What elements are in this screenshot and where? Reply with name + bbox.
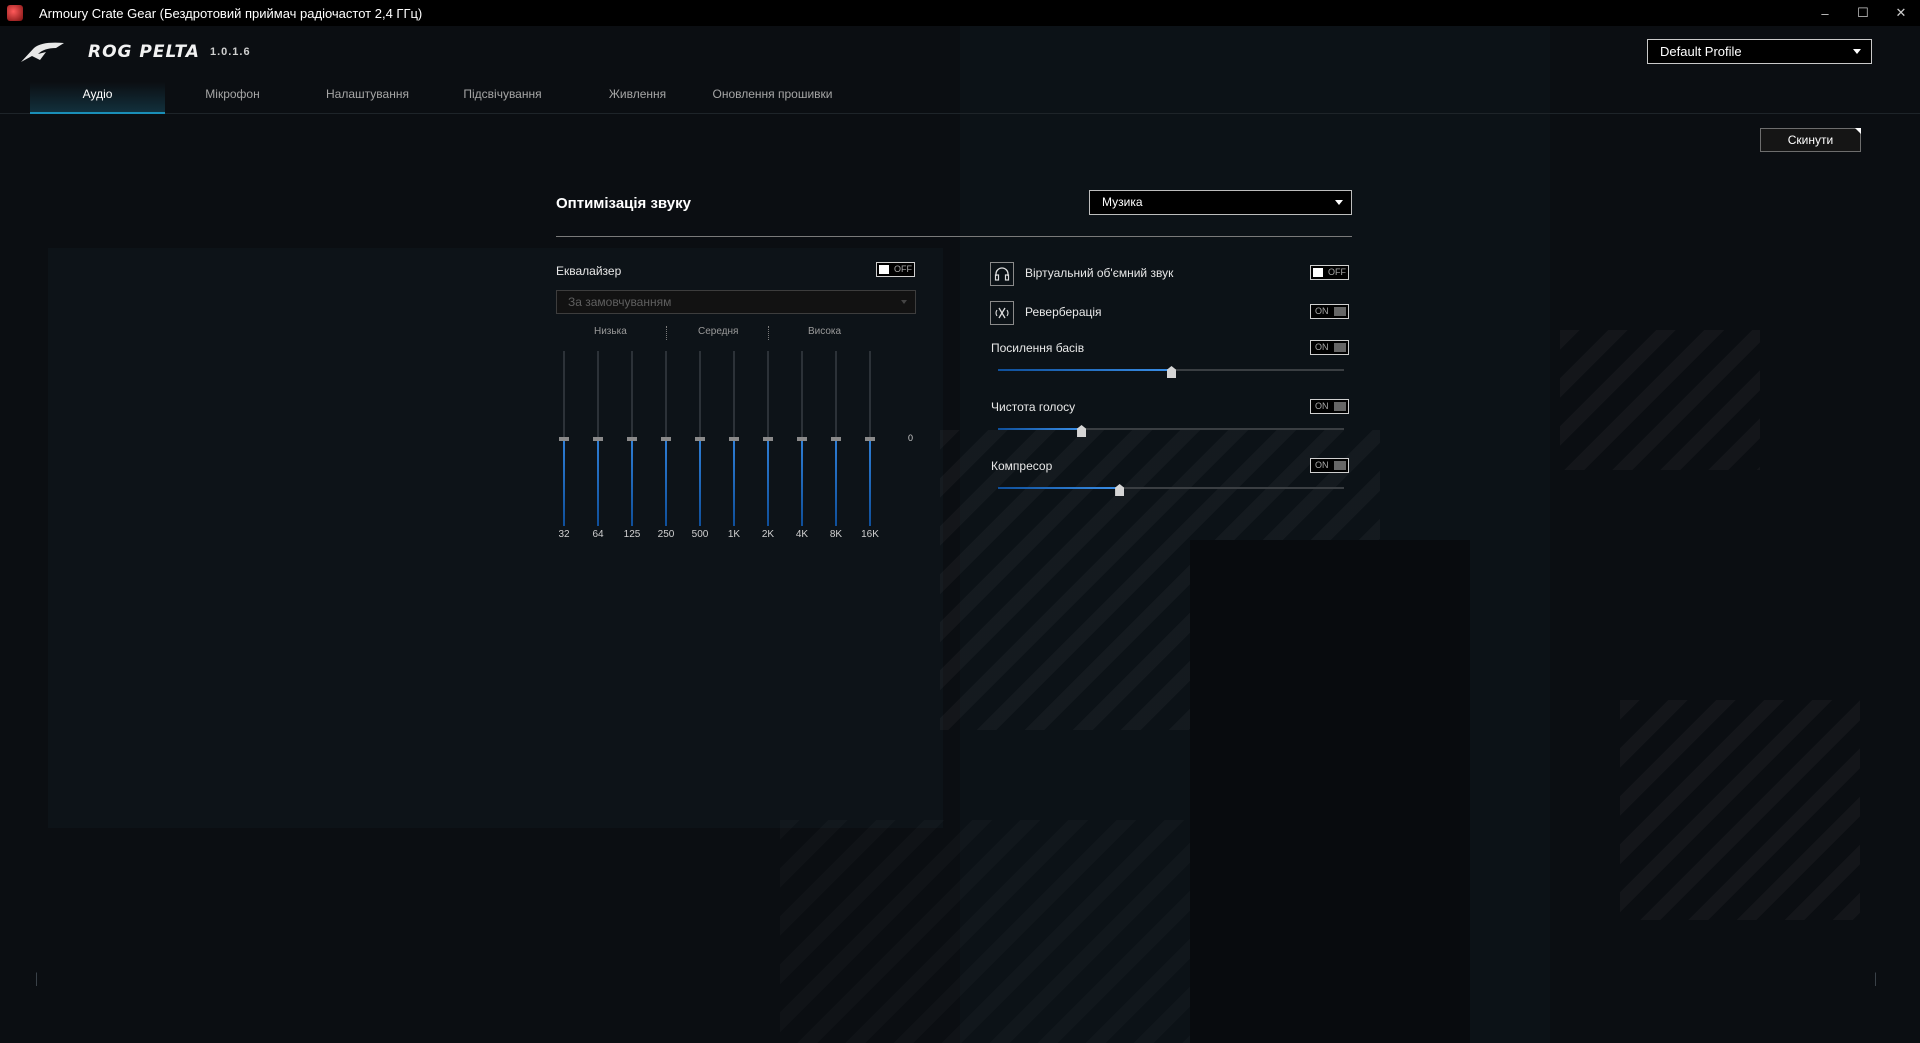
band-separator [666, 326, 667, 340]
maximize-button[interactable]: ☐ [1844, 0, 1882, 26]
voice-clarity-label: Чистота голосу [991, 400, 1076, 414]
voice-clarity-toggle[interactable]: ON [1310, 399, 1349, 414]
profile-dropdown[interactable]: Default Profile [1647, 39, 1872, 64]
equalizer-preset-value: За замовчуванням [568, 295, 672, 309]
chevron-down-icon [901, 300, 907, 304]
compressor-slider[interactable] [998, 483, 1344, 496]
rog-eye-icon [21, 42, 64, 62]
eq-slider-250[interactable] [661, 351, 671, 526]
eq-frequency-label: 8K [829, 529, 843, 540]
eq-frequency-label: 125 [623, 529, 641, 540]
eq-slider-thumb[interactable] [729, 436, 739, 441]
tab-bar: Аудіо Мікрофон Налаштування Підсвічуванн… [30, 82, 840, 114]
bass-boost-label: Посилення басів [991, 341, 1085, 355]
close-button[interactable]: ✕ [1882, 0, 1920, 26]
profile-dropdown-value: Default Profile [1660, 44, 1742, 59]
eq-frequency-label: 32 [558, 529, 570, 540]
compressor-toggle[interactable]: ON [1310, 458, 1349, 473]
eq-slider-8K[interactable] [831, 351, 841, 526]
eq-frequency-label: 250 [657, 529, 675, 540]
minimize-button[interactable]: – [1806, 0, 1844, 26]
eq-slider-thumb[interactable] [763, 436, 773, 441]
tab-firmware-update[interactable]: Оновлення прошивки [705, 82, 840, 114]
eq-slider-125[interactable] [627, 351, 637, 526]
rog-logo: ROG PELTA 1.0.1.6 [20, 40, 251, 64]
bass-boost-toggle-state: ON [1315, 342, 1329, 352]
equalizer-zero-label: 0 [908, 433, 914, 443]
tab-settings[interactable]: Налаштування [300, 82, 435, 114]
sound-mode-value: Музика [1102, 195, 1143, 209]
eq-frequency-label: 1K [727, 529, 741, 540]
tab-microphone[interactable]: Мікрофон [165, 82, 300, 114]
virtual-surround-label: Віртуальний об'ємний звук [1025, 266, 1174, 280]
band-low-label: Низька [594, 326, 627, 337]
reverb-toggle[interactable]: ON [1310, 304, 1349, 319]
eq-frequency-label: 2K [761, 529, 775, 540]
eq-slider-64[interactable] [593, 351, 603, 526]
band-separator [768, 326, 769, 340]
bass-boost-slider-thumb[interactable] [1167, 366, 1176, 378]
sound-mode-dropdown[interactable]: Музика [1089, 190, 1352, 215]
voice-clarity-toggle-state: ON [1315, 401, 1329, 411]
chevron-down-icon [1853, 49, 1861, 54]
eq-slider-4K[interactable] [797, 351, 807, 526]
eq-slider-thumb[interactable] [559, 436, 569, 441]
eq-frequency-label: 500 [691, 529, 709, 540]
chevron-down-icon [1335, 200, 1343, 205]
equalizer-toggle-state: OFF [894, 264, 912, 274]
virtual-surround-toggle-state: OFF [1328, 267, 1346, 277]
tab-power[interactable]: Живлення [570, 82, 705, 114]
eq-slider-thumb[interactable] [797, 436, 807, 441]
equalizer-label: Еквалайзер [556, 264, 622, 278]
window-title: Armoury Crate Gear (Бездротовий приймач … [39, 5, 423, 21]
eq-slider-thumb[interactable] [593, 436, 603, 441]
tab-audio[interactable]: Аудіо [30, 82, 165, 114]
compressor-toggle-state: ON [1315, 460, 1329, 470]
eq-slider-1K[interactable] [729, 351, 739, 526]
band-mid-label: Середня [698, 326, 739, 337]
device-name: ROG PELTA [88, 42, 200, 62]
version-label: 1.0.1.6 [209, 46, 251, 58]
band-labels: Низька Середня Висока [556, 326, 916, 340]
reverb-icon [990, 301, 1014, 325]
background-decoration [0, 0, 1920, 1043]
headphones-icon [990, 262, 1014, 286]
bass-boost-toggle[interactable]: ON [1310, 340, 1349, 355]
compressor-label: Компресор [991, 459, 1053, 473]
bass-boost-slider[interactable] [998, 365, 1344, 378]
eq-slider-16K[interactable] [865, 351, 875, 526]
eq-frequency-label: 16K [861, 529, 879, 540]
voice-clarity-slider[interactable] [998, 424, 1344, 437]
tab-lighting[interactable]: Підсвічування [435, 82, 570, 114]
eq-frequency-label: 64 [592, 529, 604, 540]
reverb-label: Реверберація [1025, 305, 1102, 319]
eq-slider-thumb[interactable] [831, 436, 841, 441]
app-icon [7, 5, 23, 21]
eq-slider-2K[interactable] [763, 351, 773, 526]
eq-frequency-label: 4K [795, 529, 809, 540]
section-divider [556, 236, 1352, 237]
eq-slider-500[interactable] [695, 351, 705, 526]
equalizer-preset-dropdown[interactable]: За замовчуванням [556, 290, 916, 314]
reverb-toggle-state: ON [1315, 306, 1329, 316]
title-bar: Armoury Crate Gear (Бездротовий приймач … [0, 0, 1920, 26]
eq-slider-thumb[interactable] [661, 436, 671, 441]
equalizer-toggle[interactable]: OFF [876, 262, 915, 277]
compressor-slider-thumb[interactable] [1115, 484, 1125, 496]
eq-slider-32[interactable] [559, 351, 569, 526]
app-header: ROG PELTA 1.0.1.6 Default Profile Аудіо … [0, 26, 1920, 114]
section-title: Оптимізація звуку [556, 195, 691, 212]
voice-clarity-slider-thumb[interactable] [1077, 425, 1087, 437]
eq-slider-thumb[interactable] [695, 436, 705, 441]
eq-slider-thumb[interactable] [865, 436, 875, 441]
band-high-label: Висока [808, 326, 842, 337]
reset-button[interactable]: Скинути [1760, 128, 1861, 152]
virtual-surround-toggle[interactable]: OFF [1310, 265, 1349, 280]
eq-slider-thumb[interactable] [627, 436, 637, 441]
